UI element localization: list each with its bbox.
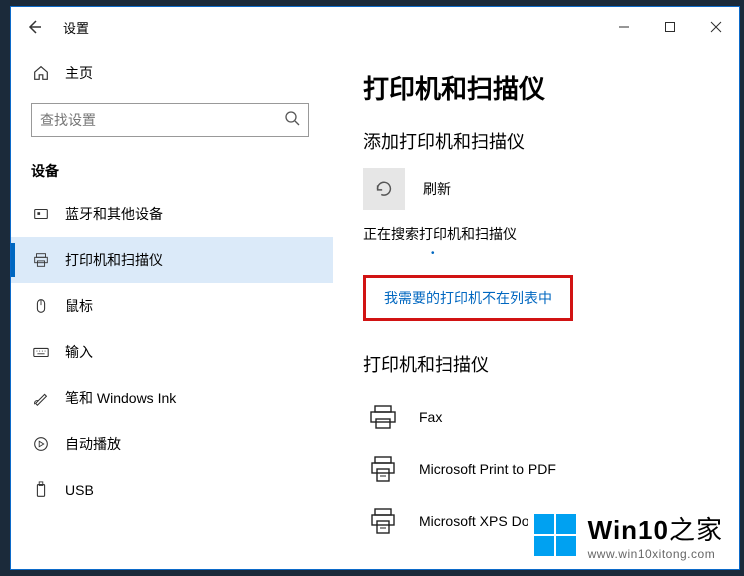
printer-item[interactable]: Microsoft Print to PDF bbox=[363, 443, 719, 495]
autoplay-icon bbox=[31, 435, 51, 453]
sidebar-item-label: 自动播放 bbox=[65, 434, 121, 454]
settings-window: 设置 主页 bbox=[10, 6, 740, 570]
back-button[interactable] bbox=[11, 7, 57, 47]
refresh-row: 刷新 bbox=[363, 168, 719, 210]
page-title: 打印机和扫描仪 bbox=[363, 69, 719, 106]
home-link[interactable]: 主页 bbox=[11, 53, 333, 93]
printers-section-heading: 打印机和扫描仪 bbox=[363, 351, 719, 377]
search-status: 正在搜索打印机和扫描仪 bbox=[363, 224, 719, 244]
refresh-button[interactable] bbox=[363, 168, 405, 210]
home-icon bbox=[31, 64, 51, 82]
window-controls bbox=[601, 7, 739, 47]
search-icon bbox=[284, 110, 300, 131]
printer-doc-icon bbox=[363, 449, 403, 489]
sidebar-item-label: 鼠标 bbox=[65, 296, 93, 316]
watermark-brand: Win10 bbox=[588, 515, 669, 545]
maximize-button[interactable] bbox=[647, 7, 693, 47]
sidebar: 主页 设备 蓝牙和其他设备 bbox=[11, 47, 333, 569]
sidebar-item-printers[interactable]: 打印机和扫描仪 bbox=[11, 237, 333, 283]
refresh-icon bbox=[373, 178, 395, 200]
not-listed-highlight: 我需要的打印机不在列表中 bbox=[363, 275, 573, 321]
sidebar-group-devices: 设备 bbox=[11, 147, 333, 191]
pen-icon bbox=[31, 389, 51, 407]
content: 主页 设备 蓝牙和其他设备 bbox=[11, 47, 739, 569]
sidebar-item-usb[interactable]: USB bbox=[11, 467, 333, 513]
arrow-left-icon bbox=[26, 19, 42, 35]
titlebar: 设置 bbox=[11, 7, 739, 47]
refresh-label: 刷新 bbox=[423, 179, 451, 199]
sidebar-item-label: 输入 bbox=[65, 342, 93, 362]
sidebar-item-label: 笔和 Windows Ink bbox=[65, 388, 176, 408]
printer-not-listed-link[interactable]: 我需要的打印机不在列表中 bbox=[384, 290, 552, 306]
window-title: 设置 bbox=[63, 18, 89, 37]
main-panel: 打印机和扫描仪 添加打印机和扫描仪 刷新 正在搜索打印机和扫描仪 • 我需要的打… bbox=[333, 47, 739, 569]
printer-item[interactable]: Fax bbox=[363, 391, 719, 443]
sidebar-item-label: 蓝牙和其他设备 bbox=[65, 204, 163, 224]
search-field[interactable] bbox=[40, 112, 276, 128]
close-button[interactable] bbox=[693, 7, 739, 47]
sidebar-item-label: USB bbox=[65, 482, 94, 498]
windows-logo-icon bbox=[534, 514, 578, 558]
fax-icon bbox=[363, 397, 403, 437]
printer-name: Fax bbox=[419, 409, 442, 425]
usb-icon bbox=[31, 481, 51, 499]
search-input[interactable] bbox=[31, 103, 309, 137]
sidebar-item-pen[interactable]: 笔和 Windows Ink bbox=[11, 375, 333, 421]
sidebar-item-typing[interactable]: 输入 bbox=[11, 329, 333, 375]
watermark: Win10之家 www.win10xitong.com bbox=[528, 508, 729, 563]
printer-name: Microsoft Print to PDF bbox=[419, 461, 556, 477]
keyboard-icon bbox=[31, 343, 51, 361]
search-wrap bbox=[11, 93, 333, 147]
printer-name: Microsoft XPS Do bbox=[419, 513, 529, 529]
printer-doc-icon bbox=[363, 501, 403, 541]
minimize-button[interactable] bbox=[601, 7, 647, 47]
add-section-heading: 添加打印机和扫描仪 bbox=[363, 128, 719, 154]
watermark-text: Win10之家 www.win10xitong.com bbox=[588, 510, 723, 561]
mouse-icon bbox=[31, 297, 51, 315]
home-label: 主页 bbox=[65, 63, 93, 83]
watermark-brand-rest: 之家 bbox=[669, 515, 723, 545]
sidebar-item-mouse[interactable]: 鼠标 bbox=[11, 283, 333, 329]
sidebar-item-bluetooth[interactable]: 蓝牙和其他设备 bbox=[11, 191, 333, 237]
sidebar-item-autoplay[interactable]: 自动播放 bbox=[11, 421, 333, 467]
bluetooth-icon bbox=[31, 205, 51, 223]
sidebar-item-label: 打印机和扫描仪 bbox=[65, 250, 163, 270]
progress-dots: • bbox=[363, 248, 719, 259]
watermark-url: www.win10xitong.com bbox=[588, 547, 723, 561]
printer-icon bbox=[31, 251, 51, 269]
